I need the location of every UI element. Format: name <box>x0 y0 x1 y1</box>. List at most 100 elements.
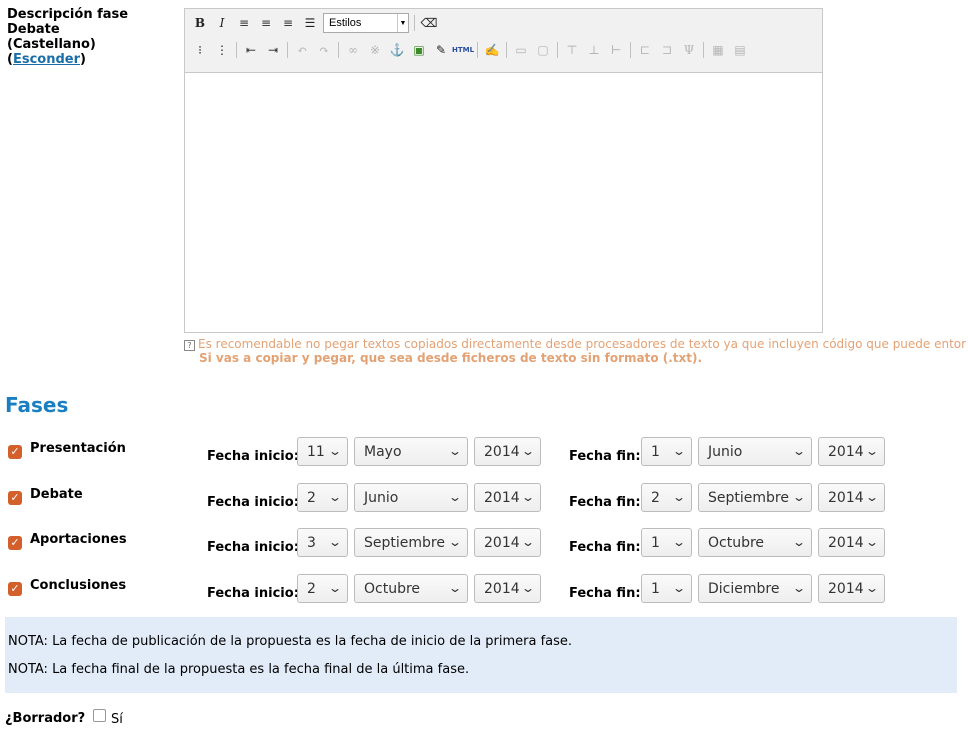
start-day-select[interactable]: 3 ⌄ <box>297 528 348 557</box>
editor-content-area[interactable] <box>185 73 822 332</box>
bold-icon[interactable]: B <box>189 13 211 33</box>
start-month-select[interactable]: Junio ⌄ <box>354 483 468 512</box>
insert-row-before-icon[interactable]: ⊤ <box>561 40 583 60</box>
toolbar-divider <box>506 42 507 58</box>
phase-checkbox[interactable]: ✓ <box>8 582 22 596</box>
chevron-down-icon: ⌄ <box>447 581 463 595</box>
toolbar-divider <box>287 42 288 58</box>
select-value: 2014 <box>828 489 864 506</box>
start-year-select[interactable]: 2014 ⌄ <box>474 528 541 557</box>
chevron-down-icon: ⌄ <box>327 581 343 595</box>
end-month-select[interactable]: Septiembre ⌄ <box>698 483 812 512</box>
draft-checkbox[interactable] <box>93 709 106 722</box>
select-value: 2014 <box>484 580 520 597</box>
chevron-down-icon: ⌄ <box>864 444 880 458</box>
insert-col-after-icon[interactable]: ⊐ <box>656 40 678 60</box>
select-value: 2014 <box>484 489 520 506</box>
end-month-select[interactable]: Junio ⌄ <box>698 437 812 466</box>
delete-col-icon[interactable]: Ψ <box>678 40 700 60</box>
select-value: Octubre <box>364 580 421 597</box>
cell-props-icon[interactable]: ▢ <box>532 40 554 60</box>
select-value: 2014 <box>484 443 520 460</box>
note-end-date: NOTA: La fecha final de la propuesta es … <box>8 662 470 677</box>
unlink-icon[interactable]: ※ <box>364 40 386 60</box>
select-value: 2014 <box>828 534 864 551</box>
end-day-select[interactable]: 2 ⌄ <box>641 483 692 512</box>
end-day-select[interactable]: 1 ⌄ <box>641 437 692 466</box>
hide-link[interactable]: Esconder <box>13 52 80 67</box>
start-year-select[interactable]: 2014 ⌄ <box>474 574 541 603</box>
end-year-select[interactable]: 2014 ⌄ <box>818 574 885 603</box>
numbered-list-icon[interactable]: ⋮ <box>211 40 233 60</box>
phase-checkbox[interactable]: ✓ <box>8 491 22 505</box>
outdent-icon[interactable]: ⇤ <box>240 40 262 60</box>
end-day-select[interactable]: 1 ⌄ <box>641 574 692 603</box>
start-day-select[interactable]: 2 ⌄ <box>297 574 348 603</box>
toolbar-divider <box>338 42 339 58</box>
start-day-select[interactable]: 11 ⌄ <box>297 437 348 466</box>
merge-cells-icon[interactable]: ▤ <box>729 40 751 60</box>
insert-col-before-icon[interactable]: ⊏ <box>634 40 656 60</box>
edit-icon[interactable]: ✍ <box>481 40 503 60</box>
chevron-down-icon: ⌄ <box>520 490 536 504</box>
select-value: Octubre <box>708 534 765 551</box>
cleanup-brush-icon[interactable]: ✎ <box>430 40 452 60</box>
align-center-icon[interactable]: ≡ <box>255 13 277 33</box>
insert-row-after-icon[interactable]: ⊥ <box>583 40 605 60</box>
styles-select[interactable]: Estilos ▼ <box>323 13 409 33</box>
select-value: Mayo <box>364 443 402 460</box>
toolbar-divider <box>236 42 237 58</box>
select-value: 2014 <box>484 534 520 551</box>
eraser-icon[interactable]: ⌫ <box>418 13 440 33</box>
bullet-list-icon[interactable]: ⁝ <box>189 40 211 60</box>
end-year-select[interactable]: 2014 ⌄ <box>818 528 885 557</box>
align-justify-icon[interactable]: ☰ <box>299 13 321 33</box>
chevron-down-icon: ⌄ <box>864 535 880 549</box>
end-year-select[interactable]: 2014 ⌄ <box>818 483 885 512</box>
select-value: 2 <box>651 489 660 506</box>
chevron-down-icon: ⌄ <box>864 581 880 595</box>
draft-option-label: Sí <box>111 712 123 727</box>
anchor-icon[interactable]: ⚓ <box>386 40 408 60</box>
select-value: Septiembre <box>364 534 445 551</box>
align-right-icon[interactable]: ≡ <box>277 13 299 33</box>
row-props-icon[interactable]: ▭ <box>510 40 532 60</box>
undo-icon[interactable]: ↶ <box>291 40 313 60</box>
chevron-down-icon: ⌄ <box>447 535 463 549</box>
start-month-select[interactable]: Mayo ⌄ <box>354 437 468 466</box>
end-year-select[interactable]: 2014 ⌄ <box>818 437 885 466</box>
end-day-select[interactable]: 1 ⌄ <box>641 528 692 557</box>
chevron-down-icon: ⌄ <box>671 490 687 504</box>
draft-label: ¿Borrador? <box>5 711 86 726</box>
phase-checkbox[interactable]: ✓ <box>8 536 22 550</box>
select-value: 1 <box>651 580 660 597</box>
delete-row-icon[interactable]: ⊢ <box>605 40 627 60</box>
link-icon[interactable]: ∞ <box>342 40 364 60</box>
select-value: 2014 <box>828 580 864 597</box>
notes-box: NOTA: La fecha de publicación de la prop… <box>5 617 957 693</box>
start-date-label: Fecha inicio: <box>207 586 299 601</box>
phase-name: Debate <box>30 487 83 502</box>
phase-row: ✓ Debate Fecha inicio: 2 ⌄ Junio ⌄ 2014 ⌄ F… <box>0 483 968 515</box>
end-month-select[interactable]: Octubre ⌄ <box>698 528 812 557</box>
end-month-select[interactable]: Diciembre ⌄ <box>698 574 812 603</box>
align-left-icon[interactable]: ≡ <box>233 13 255 33</box>
html-source-icon[interactable]: HTML <box>452 40 474 60</box>
start-month-select[interactable]: Septiembre ⌄ <box>354 528 468 557</box>
start-year-select[interactable]: 2014 ⌄ <box>474 437 541 466</box>
hint-line1: Es recomendable no pegar textos copiados… <box>198 337 967 351</box>
start-date-label: Fecha inicio: <box>207 495 299 510</box>
rich-text-editor: B I ≡ ≡ ≡ ☰ Estilos ▼ ⌫ ⁝ ⋮ ⇤ ⇥ ↶ ↷ ∞ ※ … <box>184 8 823 333</box>
start-year-select[interactable]: 2014 ⌄ <box>474 483 541 512</box>
chevron-down-icon: ⌄ <box>327 444 343 458</box>
note-publication-date: NOTA: La fecha de publicación de la prop… <box>8 634 573 649</box>
start-month-select[interactable]: Octubre ⌄ <box>354 574 468 603</box>
indent-icon[interactable]: ⇥ <box>262 40 284 60</box>
chevron-down-icon: ⌄ <box>864 490 880 504</box>
image-icon[interactable]: ▣ <box>408 40 430 60</box>
italic-icon[interactable]: I <box>211 13 233 33</box>
redo-icon[interactable]: ↷ <box>313 40 335 60</box>
phase-checkbox[interactable]: ✓ <box>8 445 22 459</box>
start-day-select[interactable]: 2 ⌄ <box>297 483 348 512</box>
split-cells-icon[interactable]: ▦ <box>707 40 729 60</box>
